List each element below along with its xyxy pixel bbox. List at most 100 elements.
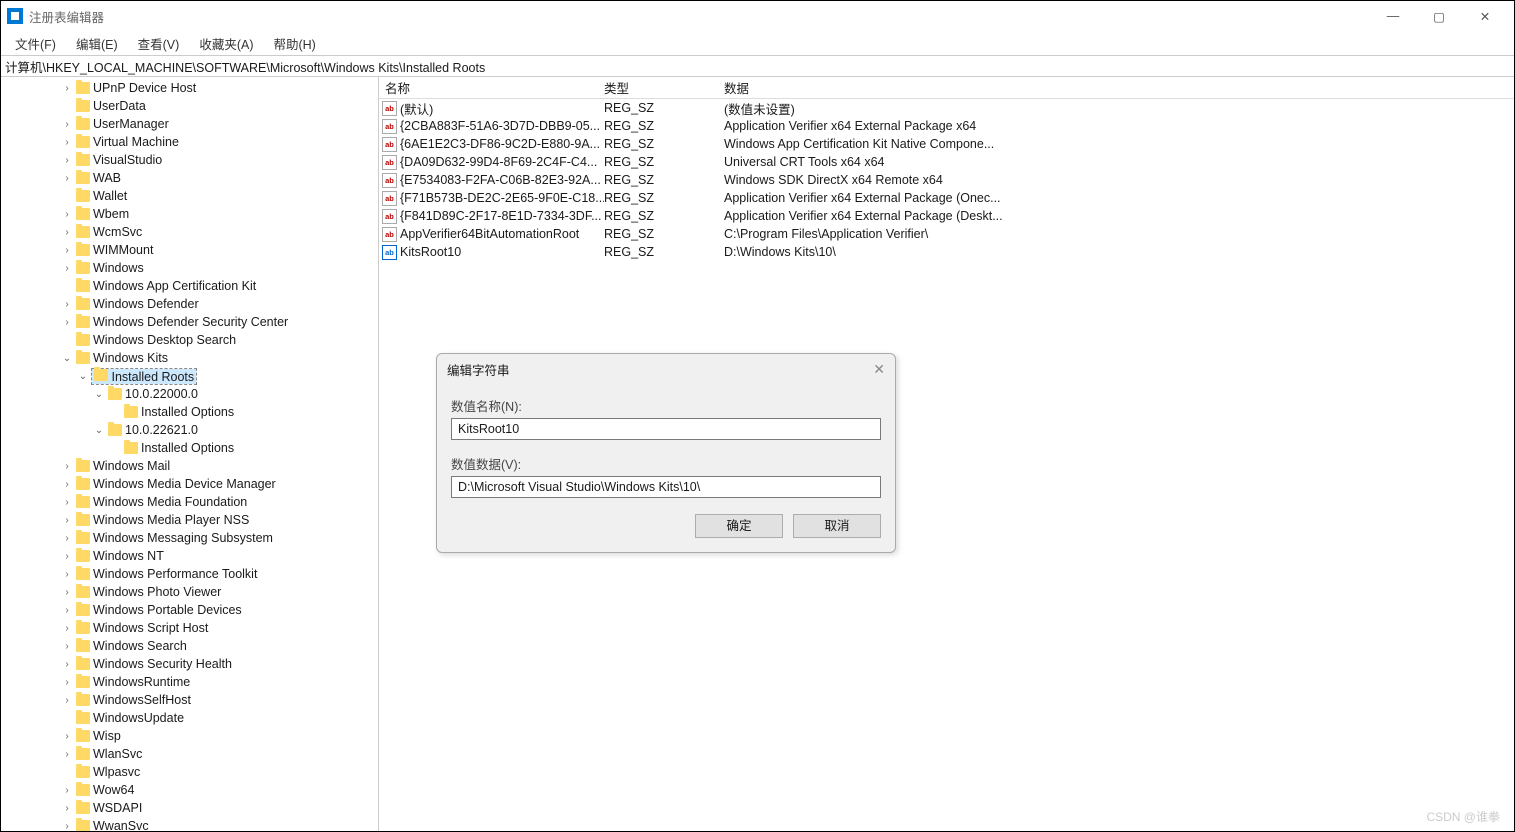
cancel-button[interactable]: 取消 [793, 514, 881, 538]
chevron-icon[interactable]: › [61, 245, 73, 256]
tree-node[interactable]: ›Windows Messaging Subsystem [61, 529, 378, 547]
chevron-icon[interactable]: ⌄ [77, 371, 89, 382]
tree-node[interactable]: ›WindowsSelfHost [61, 691, 378, 709]
dialog-titlebar[interactable]: 编辑字符串 ✕ [437, 354, 895, 384]
chevron-icon[interactable]: › [61, 479, 73, 490]
tree-node[interactable]: ›Virtual Machine [61, 133, 378, 151]
tree-node[interactable]: ›Windows Portable Devices [61, 601, 378, 619]
tree-node[interactable]: ›Wisp [61, 727, 378, 745]
tree-node[interactable]: ›VisualStudio [61, 151, 378, 169]
close-button[interactable]: ✕ [1462, 1, 1508, 31]
registry-value-row[interactable]: ab(默认)REG_SZ(数值未设置) [379, 99, 1514, 117]
tree-node[interactable]: ›Windows [61, 259, 378, 277]
tree-node[interactable]: Wlpasvc [61, 763, 378, 781]
tree-node[interactable]: ›Windows Search [61, 637, 378, 655]
tree-node[interactable]: ›Windows Media Device Manager [61, 475, 378, 493]
chevron-icon[interactable]: › [61, 155, 73, 166]
chevron-icon[interactable]: › [61, 677, 73, 688]
chevron-icon[interactable]: › [61, 587, 73, 598]
tree-node[interactable]: Wallet [61, 187, 378, 205]
tree-node[interactable]: Installed Options [61, 439, 378, 457]
menu-file[interactable]: 文件(F) [7, 31, 64, 56]
tree-node[interactable]: ⌄Windows Kits [61, 349, 378, 367]
tree-node[interactable]: UserData [61, 97, 378, 115]
col-header-data[interactable]: 数据 [724, 78, 1514, 97]
tree-node[interactable]: ›Windows Media Foundation [61, 493, 378, 511]
chevron-icon[interactable]: › [61, 821, 73, 832]
tree-node[interactable]: WindowsUpdate [61, 709, 378, 727]
tree-node[interactable]: ›WindowsRuntime [61, 673, 378, 691]
tree-node[interactable]: ›Windows Script Host [61, 619, 378, 637]
tree-node[interactable]: ›UserManager [61, 115, 378, 133]
tree-node[interactable]: ›WlanSvc [61, 745, 378, 763]
registry-value-row[interactable]: ab{6AE1E2C3-DF86-9C2D-E880-9A...REG_SZWi… [379, 135, 1514, 153]
registry-value-row[interactable]: ab{F841D89C-2F17-8E1D-7334-3DF...REG_SZA… [379, 207, 1514, 225]
tree-node[interactable]: Windows Desktop Search [61, 331, 378, 349]
chevron-icon[interactable]: › [61, 119, 73, 130]
chevron-icon[interactable]: › [61, 497, 73, 508]
tree-node[interactable]: ⌄10.0.22000.0 [61, 385, 378, 403]
col-header-type[interactable]: 类型 [604, 78, 724, 97]
tree-node[interactable]: ⌄10.0.22621.0 [61, 421, 378, 439]
registry-value-row[interactable]: ab{2CBA883F-51A6-3D7D-DBB9-05...REG_SZAp… [379, 117, 1514, 135]
menu-favorites[interactable]: 收藏夹(A) [191, 31, 261, 56]
col-header-name[interactable]: 名称 [379, 78, 604, 97]
chevron-icon[interactable]: › [61, 749, 73, 760]
chevron-icon[interactable]: ⌄ [93, 425, 105, 436]
tree-node[interactable]: ›UPnP Device Host [61, 79, 378, 97]
registry-value-row[interactable]: ab{DA09D632-99D4-8F69-2C4F-C4...REG_SZUn… [379, 153, 1514, 171]
value-name-input[interactable] [451, 418, 881, 440]
tree-node[interactable]: Windows App Certification Kit [61, 277, 378, 295]
chevron-icon[interactable]: › [61, 533, 73, 544]
chevron-icon[interactable]: › [61, 785, 73, 796]
chevron-icon[interactable]: › [61, 137, 73, 148]
registry-value-row[interactable]: ab{F71B573B-DE2C-2E65-9F0E-C18...REG_SZA… [379, 189, 1514, 207]
chevron-icon[interactable]: › [61, 299, 73, 310]
dialog-close-icon[interactable]: ✕ [873, 361, 885, 378]
chevron-icon[interactable]: › [61, 623, 73, 634]
maximize-button[interactable]: ▢ [1416, 1, 1462, 31]
tree-node[interactable]: ›WSDAPI [61, 799, 378, 817]
tree-node[interactable]: ›Windows Defender [61, 295, 378, 313]
registry-value-row[interactable]: abKitsRoot10REG_SZD:\Windows Kits\10\ [379, 243, 1514, 261]
menu-help[interactable]: 帮助(H) [265, 31, 323, 56]
chevron-icon[interactable]: › [61, 659, 73, 670]
tree-node[interactable]: ›Windows Defender Security Center [61, 313, 378, 331]
chevron-icon[interactable]: › [61, 641, 73, 652]
value-data-input[interactable] [451, 476, 881, 498]
chevron-icon[interactable]: › [61, 569, 73, 580]
menu-edit[interactable]: 编辑(E) [68, 31, 126, 56]
tree-node[interactable]: ⌄ Installed Roots [61, 367, 378, 385]
chevron-icon[interactable]: › [61, 83, 73, 94]
chevron-icon[interactable]: ⌄ [61, 353, 73, 364]
chevron-icon[interactable]: › [61, 263, 73, 274]
tree-pane[interactable]: ›UPnP Device HostUserData›UserManager›Vi… [1, 77, 379, 831]
tree-node[interactable]: ›WIMMount [61, 241, 378, 259]
minimize-button[interactable]: — [1370, 1, 1416, 31]
chevron-icon[interactable]: › [61, 515, 73, 526]
tree-node[interactable]: ›WwanSvc [61, 817, 378, 831]
chevron-icon[interactable]: › [61, 227, 73, 238]
tree-node[interactable]: ›Wbem [61, 205, 378, 223]
tree-node[interactable]: ›Windows Media Player NSS [61, 511, 378, 529]
chevron-icon[interactable]: › [61, 605, 73, 616]
chevron-icon[interactable]: ⌄ [93, 389, 105, 400]
tree-node[interactable]: ›Windows Mail [61, 457, 378, 475]
ok-button[interactable]: 确定 [695, 514, 783, 538]
chevron-icon[interactable]: › [61, 173, 73, 184]
tree-node[interactable]: ›Windows Performance Toolkit [61, 565, 378, 583]
address-bar[interactable]: 计算机\HKEY_LOCAL_MACHINE\SOFTWARE\Microsof… [1, 55, 1514, 77]
tree-node[interactable]: Installed Options [61, 403, 378, 421]
tree-node[interactable]: ›Windows NT [61, 547, 378, 565]
chevron-icon[interactable]: › [61, 695, 73, 706]
chevron-icon[interactable]: › [61, 209, 73, 220]
tree-node[interactable]: ›Wow64 [61, 781, 378, 799]
chevron-icon[interactable]: › [61, 731, 73, 742]
chevron-icon[interactable]: › [61, 803, 73, 814]
chevron-icon[interactable]: › [61, 551, 73, 562]
tree-node[interactable]: ›Windows Photo Viewer [61, 583, 378, 601]
registry-value-row[interactable]: abAppVerifier64BitAutomationRootREG_SZC:… [379, 225, 1514, 243]
chevron-icon[interactable]: › [61, 317, 73, 328]
tree-node[interactable]: ›Windows Security Health [61, 655, 378, 673]
tree-node[interactable]: ›WcmSvc [61, 223, 378, 241]
